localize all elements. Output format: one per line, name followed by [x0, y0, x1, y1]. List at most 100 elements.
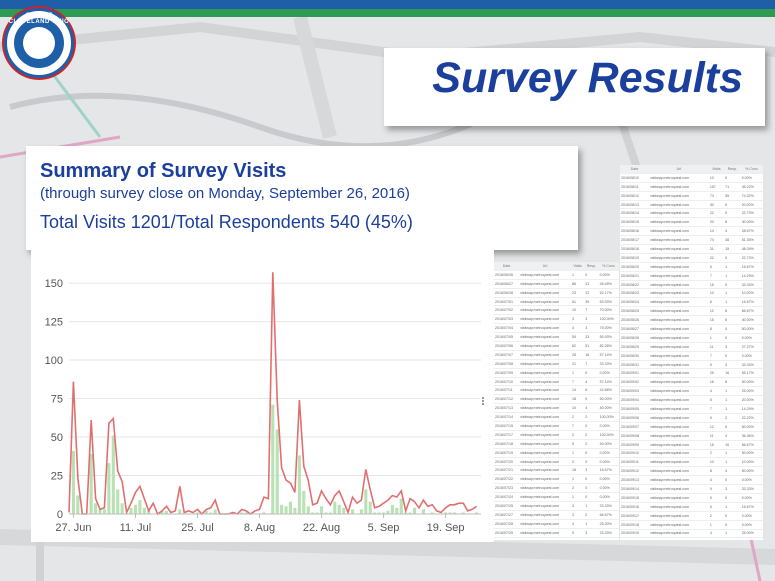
table-row: 2016/07/03 visitway.metroquest.com 3 3 100.0… — [494, 314, 619, 325]
visits-chart: 0 25 50 75 100 125 150 27. Jun 11. Jul 25. Jul 8. … — [45, 272, 481, 534]
table-cell: 75.00% — [598, 323, 619, 334]
table-cell: 0 — [724, 333, 741, 343]
table-cell: 2016/08/16 — [620, 226, 650, 237]
table-cell: 2016/07/07 — [494, 350, 520, 360]
table-cell: 33.33% — [740, 280, 763, 290]
table-cell: 0 — [724, 475, 741, 486]
respondents-bar — [337, 504, 341, 514]
table-cell: 0.00% — [598, 270, 619, 280]
table-cell: 11 — [708, 342, 725, 352]
table-cell: 2016/07/24 — [494, 492, 520, 503]
table-cell: 0.00% — [740, 475, 763, 486]
table-cell: 14.29% — [740, 271, 763, 281]
table-cell: visitway.metroquest.com — [649, 280, 709, 290]
table-cell: visitway.metroquest.com — [519, 457, 571, 467]
table-cell: 11 — [708, 431, 725, 441]
table-cell: 0.00% — [740, 351, 763, 361]
table-cell: 66.67% — [598, 510, 619, 520]
table-cell: visitway.metroquest.com — [649, 324, 709, 334]
table-cell: visitway.metroquest.com — [519, 510, 571, 520]
table-header-cell: Resp. — [584, 262, 599, 271]
table-header-cell: Url — [649, 165, 709, 174]
top-green-bar — [0, 9, 775, 17]
table-cell: visitway.metroquest.com — [519, 474, 571, 485]
table-cell: visitway.metroquest.com — [519, 359, 571, 369]
respondents-bar — [138, 500, 142, 514]
table-row: 2016/08/02visitway.metroquest.com100.00% — [494, 537, 619, 540]
respondents-bar — [284, 506, 288, 514]
table-cell: 2016/08/22 — [620, 280, 650, 290]
table-cell: visitway.metroquest.com — [649, 537, 709, 540]
respondents-bar — [350, 509, 355, 514]
table-cell: 8 — [708, 466, 725, 477]
table-cell: 0.00% — [598, 448, 619, 458]
resize-grip[interactable] — [482, 397, 486, 407]
daily-visits-table-left: Date Url Visits Resp.% Conv. 2016/06/26 visit… — [494, 262, 619, 540]
table-cell: 2016/07/27 — [494, 510, 520, 520]
table-row: 2016/06/27 visitway.metroquest.com 86 41 45.… — [494, 279, 619, 289]
table-cell: 50.00% — [740, 422, 763, 432]
table-cell: 2016/09/06 — [620, 413, 650, 423]
respondents-bar — [390, 504, 394, 514]
table-cell: 2016/07/14 — [494, 412, 520, 423]
x-tick-label: 8. Aug — [244, 522, 275, 534]
table-cell: visitway.metroquest.com — [649, 271, 709, 281]
table-row: 2016/08/25 visitway.metroquest.com 12 8 66.6… — [620, 306, 763, 317]
table-cell: visitway.metroquest.com — [519, 492, 571, 503]
table-cell: visitway.metroquest.com — [649, 377, 709, 388]
table-cell: 2 — [724, 413, 741, 423]
table-cell: 2016/06/27 — [494, 279, 520, 289]
table-cell: visitway.metroquest.com — [519, 341, 571, 351]
table-row: 2016/08/19 visitway.metroquest.com 22 5 22.7… — [620, 253, 763, 263]
table-cell: 1 — [584, 519, 599, 529]
table-row: 2016/07/12 visitway.metroquest.com 18 9 50.0… — [494, 394, 619, 405]
table-header-cell: % Conv. — [740, 165, 763, 174]
table-cell: 1 — [570, 448, 585, 458]
table-cell: visitway.metroquest.com — [649, 262, 709, 272]
table-row: 2016/09/09 visitway.metroquest.com 15 10 66.… — [620, 440, 763, 450]
table-row: 2016/07/02 visitway.metroquest.com 10 7 70.0… — [494, 305, 619, 316]
table-cell: 8 — [724, 217, 741, 228]
x-tick-label: 25. Jul — [181, 522, 213, 534]
table-cell: 1 — [570, 537, 585, 540]
table-cell: 2016/08/18 — [620, 244, 650, 254]
table-cell: 0 — [584, 492, 599, 503]
table-cell: visitway.metroquest.com — [519, 519, 571, 529]
table-cell: 2016/08/17 — [620, 235, 650, 246]
table-cell: 3 — [570, 501, 585, 511]
title-panel: Survey Results — [384, 48, 765, 126]
table-cell: 2016/08/26 — [620, 315, 650, 326]
table-row: 2016/09/08 visitway.metroquest.com 11 4 36.3… — [620, 431, 763, 441]
table-cell: 38 — [724, 235, 741, 246]
table-cell: 41 — [584, 279, 599, 289]
table-cell: visitway.metroquest.com — [649, 511, 709, 521]
table-cell: 4 — [708, 475, 725, 486]
table-cell: 2016/09/03 — [620, 386, 650, 397]
table-cell: 4 — [708, 386, 725, 397]
table-cell: 29 — [708, 368, 725, 379]
table-cell: 74 — [708, 191, 725, 201]
table-row: 2016/08/11 visitway.metroquest.com 157 71 45… — [620, 182, 763, 192]
y-tick-label: 0 — [57, 509, 63, 521]
table-cell: 2016/09/13 — [620, 475, 650, 486]
table-cell: 1 — [724, 262, 741, 272]
table-cell: 2016/07/10 — [494, 377, 520, 387]
table-cell: 10 — [570, 403, 585, 414]
table-cell: 2016/07/21 — [494, 465, 520, 476]
table-cell: 2016/09/11 — [620, 457, 650, 468]
y-tick-label: 150 — [45, 278, 63, 290]
table-cell: 0 — [584, 421, 599, 431]
table-cell: 1 — [708, 333, 725, 343]
table-cell: 2 — [570, 457, 585, 467]
table-row: 2016/07/10 visitway.metroquest.com 7 4 57.14… — [494, 377, 619, 387]
respondents-bar — [133, 504, 138, 514]
table-row: 2016/09/04 visitway.metroquest.com 5 1 20.00… — [620, 395, 763, 406]
table-cell: 18 — [570, 465, 585, 476]
table-cell: visitway.metroquest.com — [649, 315, 709, 326]
table-cell: 21 — [570, 359, 585, 369]
table-cell: visitway.metroquest.com — [519, 465, 571, 476]
table-cell: 2 — [584, 510, 599, 520]
table-cell: 0 — [584, 457, 599, 467]
table-cell: 2016/07/06 — [494, 341, 520, 351]
table-cell: 4 — [724, 226, 741, 237]
